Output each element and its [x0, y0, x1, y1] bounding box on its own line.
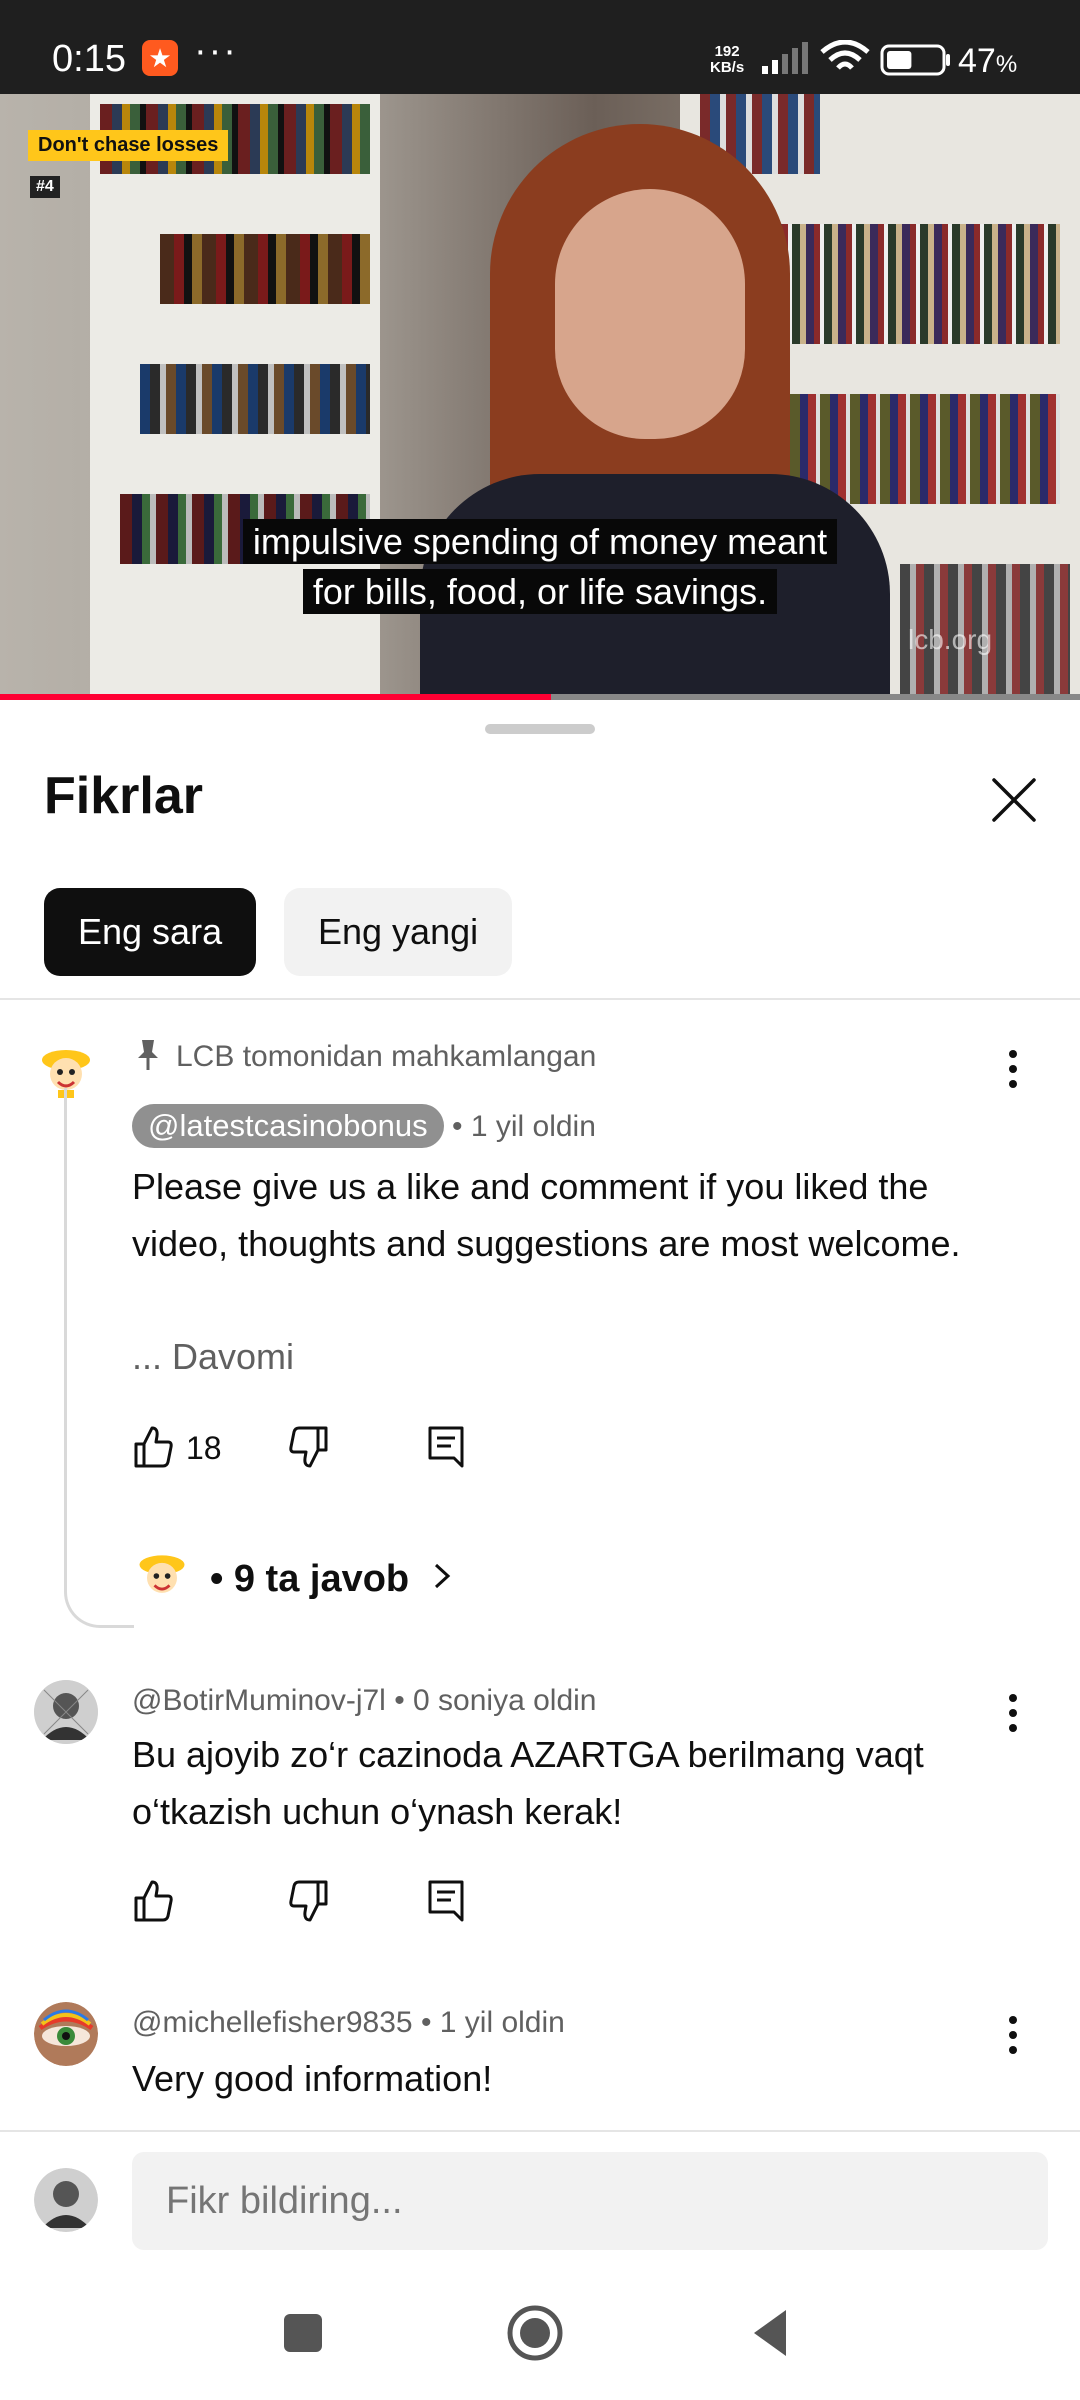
avatar-photo: [34, 2168, 98, 2232]
chip-newest[interactable]: Eng yangi: [284, 888, 513, 976]
battery-percent: 47%: [958, 42, 1018, 80]
app-notification-icon: ★: [142, 40, 178, 76]
battery-icon: [880, 44, 950, 76]
comment-time: • 1 yil oldin: [420, 2006, 565, 2039]
more-vert-icon[interactable]: [998, 1044, 1028, 1094]
books: [140, 364, 370, 434]
divider: [0, 998, 1080, 1000]
signal-icon: [762, 42, 808, 74]
status-bar: 0:15 ★ ··· 192 KB/s 47%: [0, 0, 1080, 94]
reply-icon[interactable]: [426, 1876, 466, 1926]
books: [760, 224, 1060, 344]
thread-line: [64, 1088, 134, 1628]
more-notifications-icon: ···: [194, 30, 238, 72]
pin-icon: [138, 1040, 158, 1070]
replies-count: • 9 ta javob: [210, 1558, 410, 1600]
video-tag-number: #4: [30, 176, 60, 198]
comment-input[interactable]: [132, 2152, 1048, 2250]
dislike-icon[interactable]: [286, 1422, 330, 1472]
avatar[interactable]: [34, 2002, 98, 2066]
comment-text: Bu ajoyib zo‘r cazinoda AZARTGA berilman…: [132, 1734, 924, 1832]
reply-icon[interactable]: [426, 1422, 466, 1472]
recents-icon[interactable]: [272, 2302, 334, 2364]
like-icon[interactable]: [132, 1422, 176, 1472]
comments-sheet: Fikrlar Eng sara Eng yangi LCB tomonidan…: [0, 700, 1080, 2130]
comment-time: • 0 soniya oldin: [394, 1684, 597, 1717]
avatar[interactable]: [34, 1680, 98, 1744]
status-time: 0:15: [52, 38, 126, 80]
like-icon[interactable]: [132, 1876, 176, 1926]
caption-line-2: for bills, food, or life savings.: [0, 568, 1080, 616]
current-user-avatar: [34, 2168, 98, 2232]
home-icon[interactable]: [504, 2302, 566, 2364]
comment-author[interactable]: @latestcasinobonus: [132, 1104, 444, 1148]
dislike-icon[interactable]: [286, 1876, 330, 1926]
close-icon[interactable]: [984, 770, 1044, 830]
comment-author[interactable]: @BotirMuminov-j7l: [132, 1684, 386, 1717]
comment-text: Very good information!: [132, 2058, 493, 2099]
system-nav-bar: [0, 2266, 1080, 2400]
pinned-label: LCB tomonidan mahkamlangan: [176, 1040, 597, 1073]
video-player[interactable]: Don't chase losses #4 impulsive spending…: [0, 94, 1080, 700]
avatar-photo: [34, 2002, 98, 2066]
mascot-icon: [132, 1546, 192, 1606]
chevron-right-icon: [434, 1563, 450, 1589]
more-vert-icon[interactable]: [998, 1688, 1028, 1738]
read-more-link[interactable]: ... Davomi: [132, 1328, 294, 1385]
back-icon[interactable]: [740, 2302, 802, 2364]
view-replies-button[interactable]: • 9 ta javob: [210, 1558, 454, 1601]
wifi-icon: [820, 40, 870, 70]
avatar-photo: [34, 1680, 98, 1744]
network-speed: 192 KB/s: [710, 43, 745, 76]
comment-text: Please give us a like and comment if you…: [132, 1166, 961, 1264]
panel-title: Fikrlar: [44, 767, 203, 825]
books: [160, 234, 370, 304]
caption-line-1: impulsive spending of money meant: [0, 518, 1080, 566]
chip-top[interactable]: Eng sara: [44, 888, 257, 976]
comment-header: @BotirMuminov-j7l • 0 soniya oldin: [132, 1684, 596, 1718]
video-watermark: lcb.org: [908, 624, 993, 655]
reply-avatar: [132, 1546, 192, 1606]
comment-header: @latestcasinobonus • 1 yil oldin: [132, 1104, 596, 1148]
like-count: 18: [186, 1430, 222, 1466]
more-vert-icon[interactable]: [998, 2010, 1028, 2060]
comment-author[interactable]: @michellefisher9835: [132, 2006, 413, 2039]
comment-input-bar: [0, 2130, 1080, 2266]
comment-header: @michellefisher9835 • 1 yil oldin: [132, 2006, 565, 2040]
comment-time: • 1 yil oldin: [451, 1110, 596, 1143]
presenter-face: [555, 189, 745, 439]
drag-handle[interactable]: [485, 724, 595, 734]
video-tag: Don't chase losses: [28, 130, 229, 161]
